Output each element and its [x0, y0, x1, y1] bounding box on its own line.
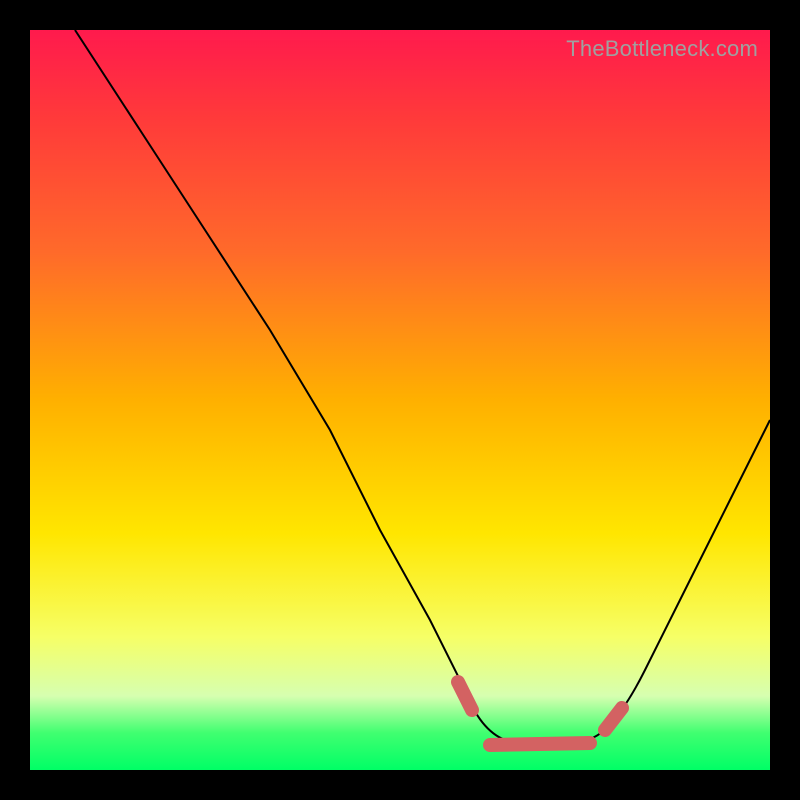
watermark-label: TheBottleneck.com	[566, 36, 758, 62]
sweet-spot-right-marker	[605, 708, 622, 730]
sweet-spot-flat-marker	[490, 743, 590, 745]
sweet-spot-left-marker	[458, 682, 472, 710]
curve-svg	[30, 30, 770, 770]
plot-area: TheBottleneck.com	[30, 30, 770, 770]
chart-frame: TheBottleneck.com	[0, 0, 800, 800]
bottleneck-curve-line	[75, 30, 770, 747]
